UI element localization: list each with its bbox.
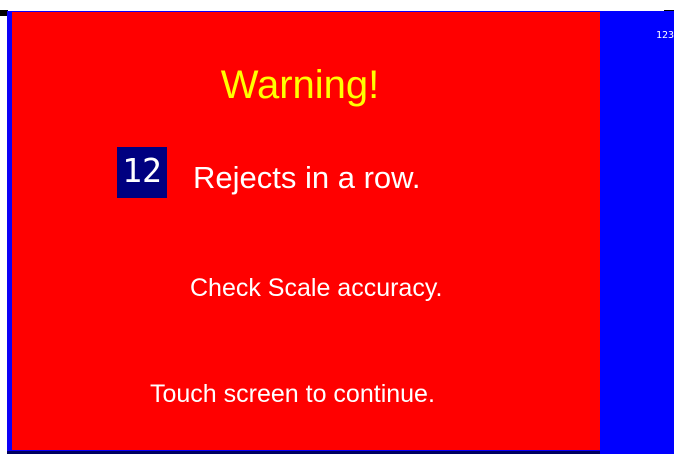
- side-readout: 123: [655, 30, 674, 41]
- reject-count-label: Rejects in a row.: [193, 160, 421, 195]
- reject-count-box: 12: [117, 147, 167, 198]
- touch-to-continue-message: Touch screen to continue.: [150, 380, 435, 408]
- hmi-screen: 123 Warning! 12 Rejects in a row. Check …: [0, 0, 674, 454]
- side-panel: 123: [600, 11, 674, 454]
- warning-title: Warning!: [220, 63, 380, 107]
- reject-count-value: 12: [122, 151, 162, 190]
- warning-panel[interactable]: Warning! 12 Rejects in a row. Check Scal…: [12, 12, 600, 450]
- check-scale-message: Check Scale accuracy.: [190, 274, 443, 302]
